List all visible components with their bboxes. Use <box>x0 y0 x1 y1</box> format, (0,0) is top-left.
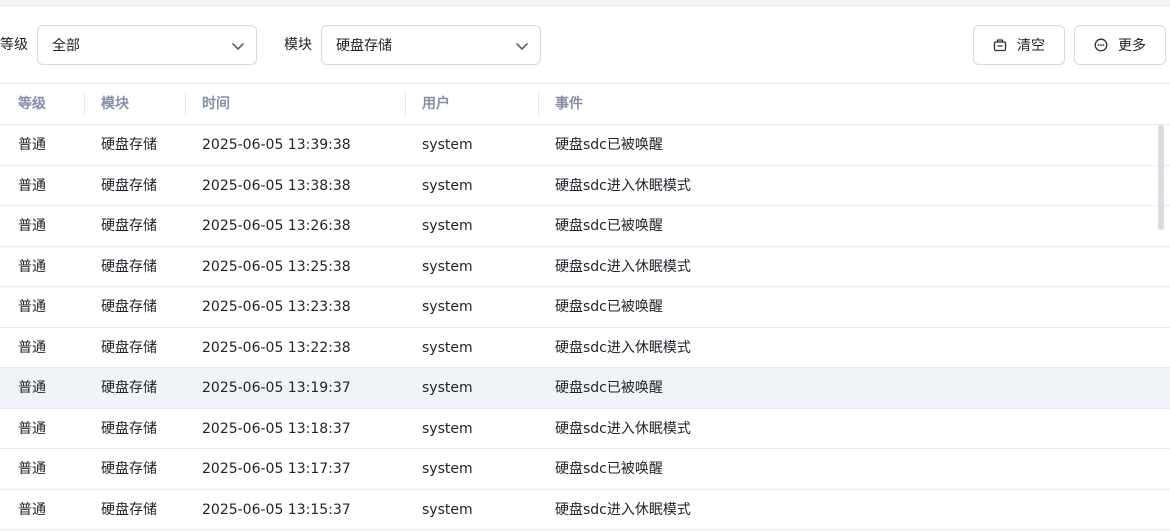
table-header: 等级 模块 时间 用户 事件 <box>0 84 1170 125</box>
cell-time: 2025-06-05 13:22:38 <box>202 339 351 356</box>
table-row[interactable]: 普通 硬盘存储 2025-06-05 13:15:37 system 硬盘sdc进入休眠… <box>0 490 1170 530</box>
module-select[interactable]: 硬盘存储 <box>321 25 541 65</box>
column-separator[interactable] <box>185 92 186 116</box>
cell-time: 2025-06-05 13:19:37 <box>202 380 351 396</box>
cell-user: system <box>422 177 473 194</box>
chevron-down-icon <box>516 43 528 50</box>
level-select-value: 全部 <box>52 38 80 54</box>
top-strip <box>0 0 1170 7</box>
cell-event: 硬盘sdc已被唤醒 <box>555 137 663 153</box>
column-header-time[interactable]: 时间 <box>202 95 230 113</box>
column-separator[interactable] <box>538 92 539 116</box>
cell-time: 2025-06-05 13:26:38 <box>202 218 351 234</box>
cell-user: system <box>422 339 473 356</box>
table-row[interactable]: 普通 硬盘存储 2025-06-05 13:25:38 system 硬盘sdc进入休眠… <box>0 247 1170 287</box>
cell-level: 普通 <box>18 380 46 396</box>
table-row[interactable]: 普通 硬盘存储 2025-06-05 13:17:37 system 硬盘sdc已被唤醒 <box>0 449 1170 490</box>
more-button[interactable]: 更多 <box>1074 25 1166 65</box>
table-body: 普通 硬盘存储 2025-06-05 13:39:38 system 硬盘sdc已被唤醒… <box>0 125 1170 530</box>
clear-icon <box>993 39 1007 52</box>
table-row[interactable]: 普通 硬盘存储 2025-06-05 13:26:38 system 硬盘sdc已被唤醒 <box>0 206 1170 247</box>
cell-time: 2025-06-05 13:38:38 <box>202 177 351 194</box>
cell-time: 2025-06-05 13:17:37 <box>202 461 351 477</box>
cell-level: 普通 <box>18 501 46 518</box>
level-filter-label: 等级 <box>0 37 28 53</box>
chevron-down-icon <box>232 43 244 50</box>
column-separator[interactable] <box>84 92 85 116</box>
cell-event: 硬盘sdc已被唤醒 <box>555 299 663 315</box>
cell-user: system <box>422 461 473 477</box>
cell-level: 普通 <box>18 299 46 315</box>
cell-level: 普通 <box>18 258 46 275</box>
cell-user: system <box>422 299 473 315</box>
cell-level: 普通 <box>18 420 46 437</box>
cell-module: 硬盘存储 <box>101 420 157 437</box>
cell-level: 普通 <box>18 137 46 153</box>
clear-button[interactable]: 清空 <box>973 25 1065 65</box>
cell-user: system <box>422 218 473 234</box>
cell-event: 硬盘sdc进入休眠模式 <box>555 339 691 356</box>
cell-module: 硬盘存储 <box>101 137 157 153</box>
filter-bar: 等级 全部 模块 硬盘存储 清空 更多 <box>0 7 1170 84</box>
table-row[interactable]: 普通 硬盘存储 2025-06-05 13:22:38 system 硬盘sdc进入休眠… <box>0 328 1170 368</box>
cell-module: 硬盘存储 <box>101 501 157 518</box>
cell-event: 硬盘sdc已被唤醒 <box>555 380 663 396</box>
cell-module: 硬盘存储 <box>101 461 157 477</box>
cell-event: 硬盘sdc进入休眠模式 <box>555 177 691 194</box>
cell-user: system <box>422 258 473 275</box>
cell-level: 普通 <box>18 461 46 477</box>
cell-time: 2025-06-05 13:25:38 <box>202 258 351 275</box>
column-header-level[interactable]: 等级 <box>18 95 46 113</box>
cell-user: system <box>422 380 473 396</box>
cell-module: 硬盘存储 <box>101 177 157 194</box>
cell-level: 普通 <box>18 177 46 194</box>
cell-event: 硬盘sdc已被唤醒 <box>555 218 663 234</box>
cell-level: 普通 <box>18 218 46 234</box>
column-header-user[interactable]: 用户 <box>422 95 450 113</box>
cell-event: 硬盘sdc进入休眠模式 <box>555 501 691 518</box>
table-row[interactable]: 普通 硬盘存储 2025-06-05 13:19:37 system 硬盘sdc已被唤醒 <box>0 368 1170 409</box>
column-separator[interactable] <box>405 92 406 116</box>
column-header-module[interactable]: 模块 <box>101 95 129 113</box>
more-button-label: 更多 <box>1118 38 1146 54</box>
more-icon <box>1094 38 1108 52</box>
cell-time: 2025-06-05 13:39:38 <box>202 137 351 153</box>
cell-module: 硬盘存储 <box>101 299 157 315</box>
cell-event: 硬盘sdc进入休眠模式 <box>555 420 691 437</box>
cell-module: 硬盘存储 <box>101 380 157 396</box>
vertical-scrollbar[interactable] <box>1158 125 1164 230</box>
cell-event: 硬盘sdc进入休眠模式 <box>555 258 691 275</box>
cell-module: 硬盘存储 <box>101 339 157 356</box>
column-header-event[interactable]: 事件 <box>555 95 583 113</box>
cell-event: 硬盘sdc已被唤醒 <box>555 461 663 477</box>
module-filter-label: 模块 <box>284 37 312 53</box>
cell-module: 硬盘存储 <box>101 258 157 275</box>
level-select[interactable]: 全部 <box>37 25 257 65</box>
table-row[interactable]: 普通 硬盘存储 2025-06-05 13:18:37 system 硬盘sdc进入休眠… <box>0 409 1170 449</box>
cell-user: system <box>422 420 473 437</box>
table-row[interactable]: 普通 硬盘存储 2025-06-05 13:23:38 system 硬盘sdc已被唤醒 <box>0 287 1170 328</box>
table-row[interactable]: 普通 硬盘存储 2025-06-05 13:39:38 system 硬盘sdc已被唤醒 <box>0 125 1170 166</box>
module-select-value: 硬盘存储 <box>336 38 392 54</box>
cell-time: 2025-06-05 13:23:38 <box>202 299 351 315</box>
cell-user: system <box>422 137 473 153</box>
cell-module: 硬盘存储 <box>101 218 157 234</box>
cell-time: 2025-06-05 13:15:37 <box>202 501 351 518</box>
table-row[interactable]: 普通 硬盘存储 2025-06-05 13:38:38 system 硬盘sdc进入休眠… <box>0 166 1170 206</box>
cell-time: 2025-06-05 13:18:37 <box>202 420 351 437</box>
cell-level: 普通 <box>18 339 46 356</box>
cell-user: system <box>422 501 473 518</box>
clear-button-label: 清空 <box>1017 38 1045 54</box>
